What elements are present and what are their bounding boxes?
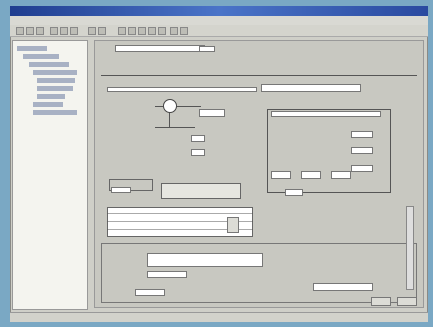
copy-icon[interactable] bbox=[60, 27, 68, 35]
cancel-button[interactable] bbox=[397, 297, 417, 306]
title-bar bbox=[10, 6, 428, 16]
table-scroll[interactable] bbox=[227, 217, 239, 233]
ok-button[interactable] bbox=[371, 297, 391, 306]
status-bar bbox=[10, 312, 428, 322]
param-field[interactable] bbox=[351, 131, 373, 138]
table-row-divider bbox=[107, 213, 253, 214]
tool-icon[interactable] bbox=[180, 27, 188, 35]
path-field[interactable] bbox=[107, 87, 257, 92]
info-field[interactable] bbox=[261, 84, 361, 92]
new-icon[interactable] bbox=[16, 27, 24, 35]
tree-node[interactable] bbox=[23, 54, 59, 59]
section-header bbox=[101, 67, 411, 73]
id-field[interactable] bbox=[199, 46, 215, 52]
tree-node[interactable] bbox=[33, 70, 77, 75]
connector bbox=[155, 106, 163, 107]
tool-icon[interactable] bbox=[170, 27, 178, 35]
tool-icon[interactable] bbox=[98, 27, 106, 35]
main-panel bbox=[94, 40, 424, 308]
toolbar bbox=[10, 25, 428, 37]
tool-icon[interactable] bbox=[138, 27, 146, 35]
bottom-field[interactable] bbox=[135, 289, 165, 296]
tool-icon[interactable] bbox=[158, 27, 166, 35]
name-field[interactable] bbox=[115, 45, 205, 52]
cut-icon[interactable] bbox=[50, 27, 58, 35]
tree-node[interactable] bbox=[37, 78, 75, 83]
run-icon[interactable] bbox=[118, 27, 126, 35]
connector bbox=[155, 127, 195, 128]
connector bbox=[177, 106, 201, 107]
tree-node[interactable] bbox=[29, 62, 69, 67]
open-icon[interactable] bbox=[26, 27, 34, 35]
param-field[interactable] bbox=[331, 171, 351, 179]
block-symbol bbox=[163, 99, 177, 113]
group-field[interactable] bbox=[111, 187, 131, 193]
param-field[interactable] bbox=[301, 171, 321, 179]
tool-icon[interactable] bbox=[88, 27, 96, 35]
notes-field-2[interactable] bbox=[147, 271, 187, 278]
connector bbox=[169, 113, 170, 127]
highlight-icon[interactable] bbox=[128, 27, 136, 35]
tree-node[interactable] bbox=[37, 94, 65, 99]
paste-icon[interactable] bbox=[70, 27, 78, 35]
param-field[interactable] bbox=[351, 147, 373, 154]
menu-bar bbox=[10, 16, 428, 25]
schematic-title[interactable] bbox=[271, 111, 381, 117]
save-icon[interactable] bbox=[36, 27, 44, 35]
tree-node[interactable] bbox=[33, 110, 77, 115]
tree-node[interactable] bbox=[17, 46, 47, 51]
param-field[interactable] bbox=[351, 165, 373, 172]
tree-node[interactable] bbox=[33, 102, 63, 107]
notes-field[interactable] bbox=[147, 253, 263, 267]
tool-icon[interactable] bbox=[148, 27, 156, 35]
vertical-scrollbar[interactable] bbox=[406, 206, 414, 290]
param-field[interactable] bbox=[285, 189, 303, 196]
list-box[interactable] bbox=[161, 183, 241, 199]
bottom-field-right[interactable] bbox=[313, 283, 373, 291]
schematic-caption bbox=[317, 191, 387, 197]
tree-view[interactable] bbox=[12, 40, 88, 310]
small-field[interactable] bbox=[191, 135, 205, 142]
tree-node[interactable] bbox=[37, 86, 73, 91]
param-field[interactable] bbox=[271, 171, 291, 179]
small-field[interactable] bbox=[191, 149, 205, 156]
divider bbox=[101, 75, 417, 76]
value-field[interactable] bbox=[199, 109, 225, 117]
